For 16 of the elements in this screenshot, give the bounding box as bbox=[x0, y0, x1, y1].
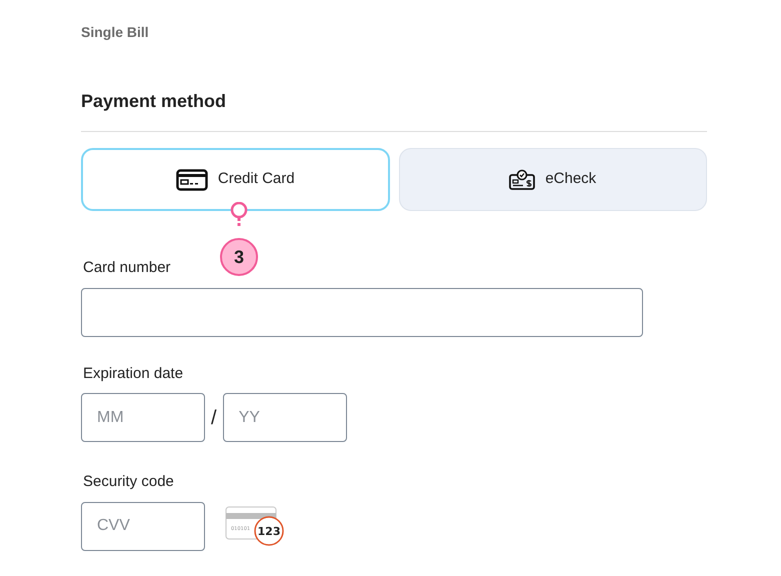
page-heading: Single Bill bbox=[81, 23, 150, 42]
section-title: Payment method bbox=[81, 90, 228, 113]
date-separator: / bbox=[211, 406, 217, 430]
step-badge: 3 bbox=[220, 238, 258, 276]
callout-marker bbox=[228, 202, 250, 229]
year-field[interactable]: YY bbox=[222, 393, 347, 442]
field-label: Card number bbox=[82, 258, 172, 278]
field-label: Security code bbox=[82, 472, 175, 492]
check-document-icon bbox=[509, 168, 536, 190]
payment-method-tab[interactable]: Credit Card bbox=[81, 148, 390, 211]
field-label: Expiration date bbox=[82, 364, 184, 384]
card-number-field[interactable] bbox=[81, 288, 643, 336]
credit-card-icon bbox=[176, 168, 208, 190]
security-code-field[interactable]: CVV bbox=[81, 502, 205, 550]
payment-method-tab[interactable]: eCheck bbox=[398, 148, 707, 211]
month-field[interactable]: MM bbox=[81, 393, 205, 442]
